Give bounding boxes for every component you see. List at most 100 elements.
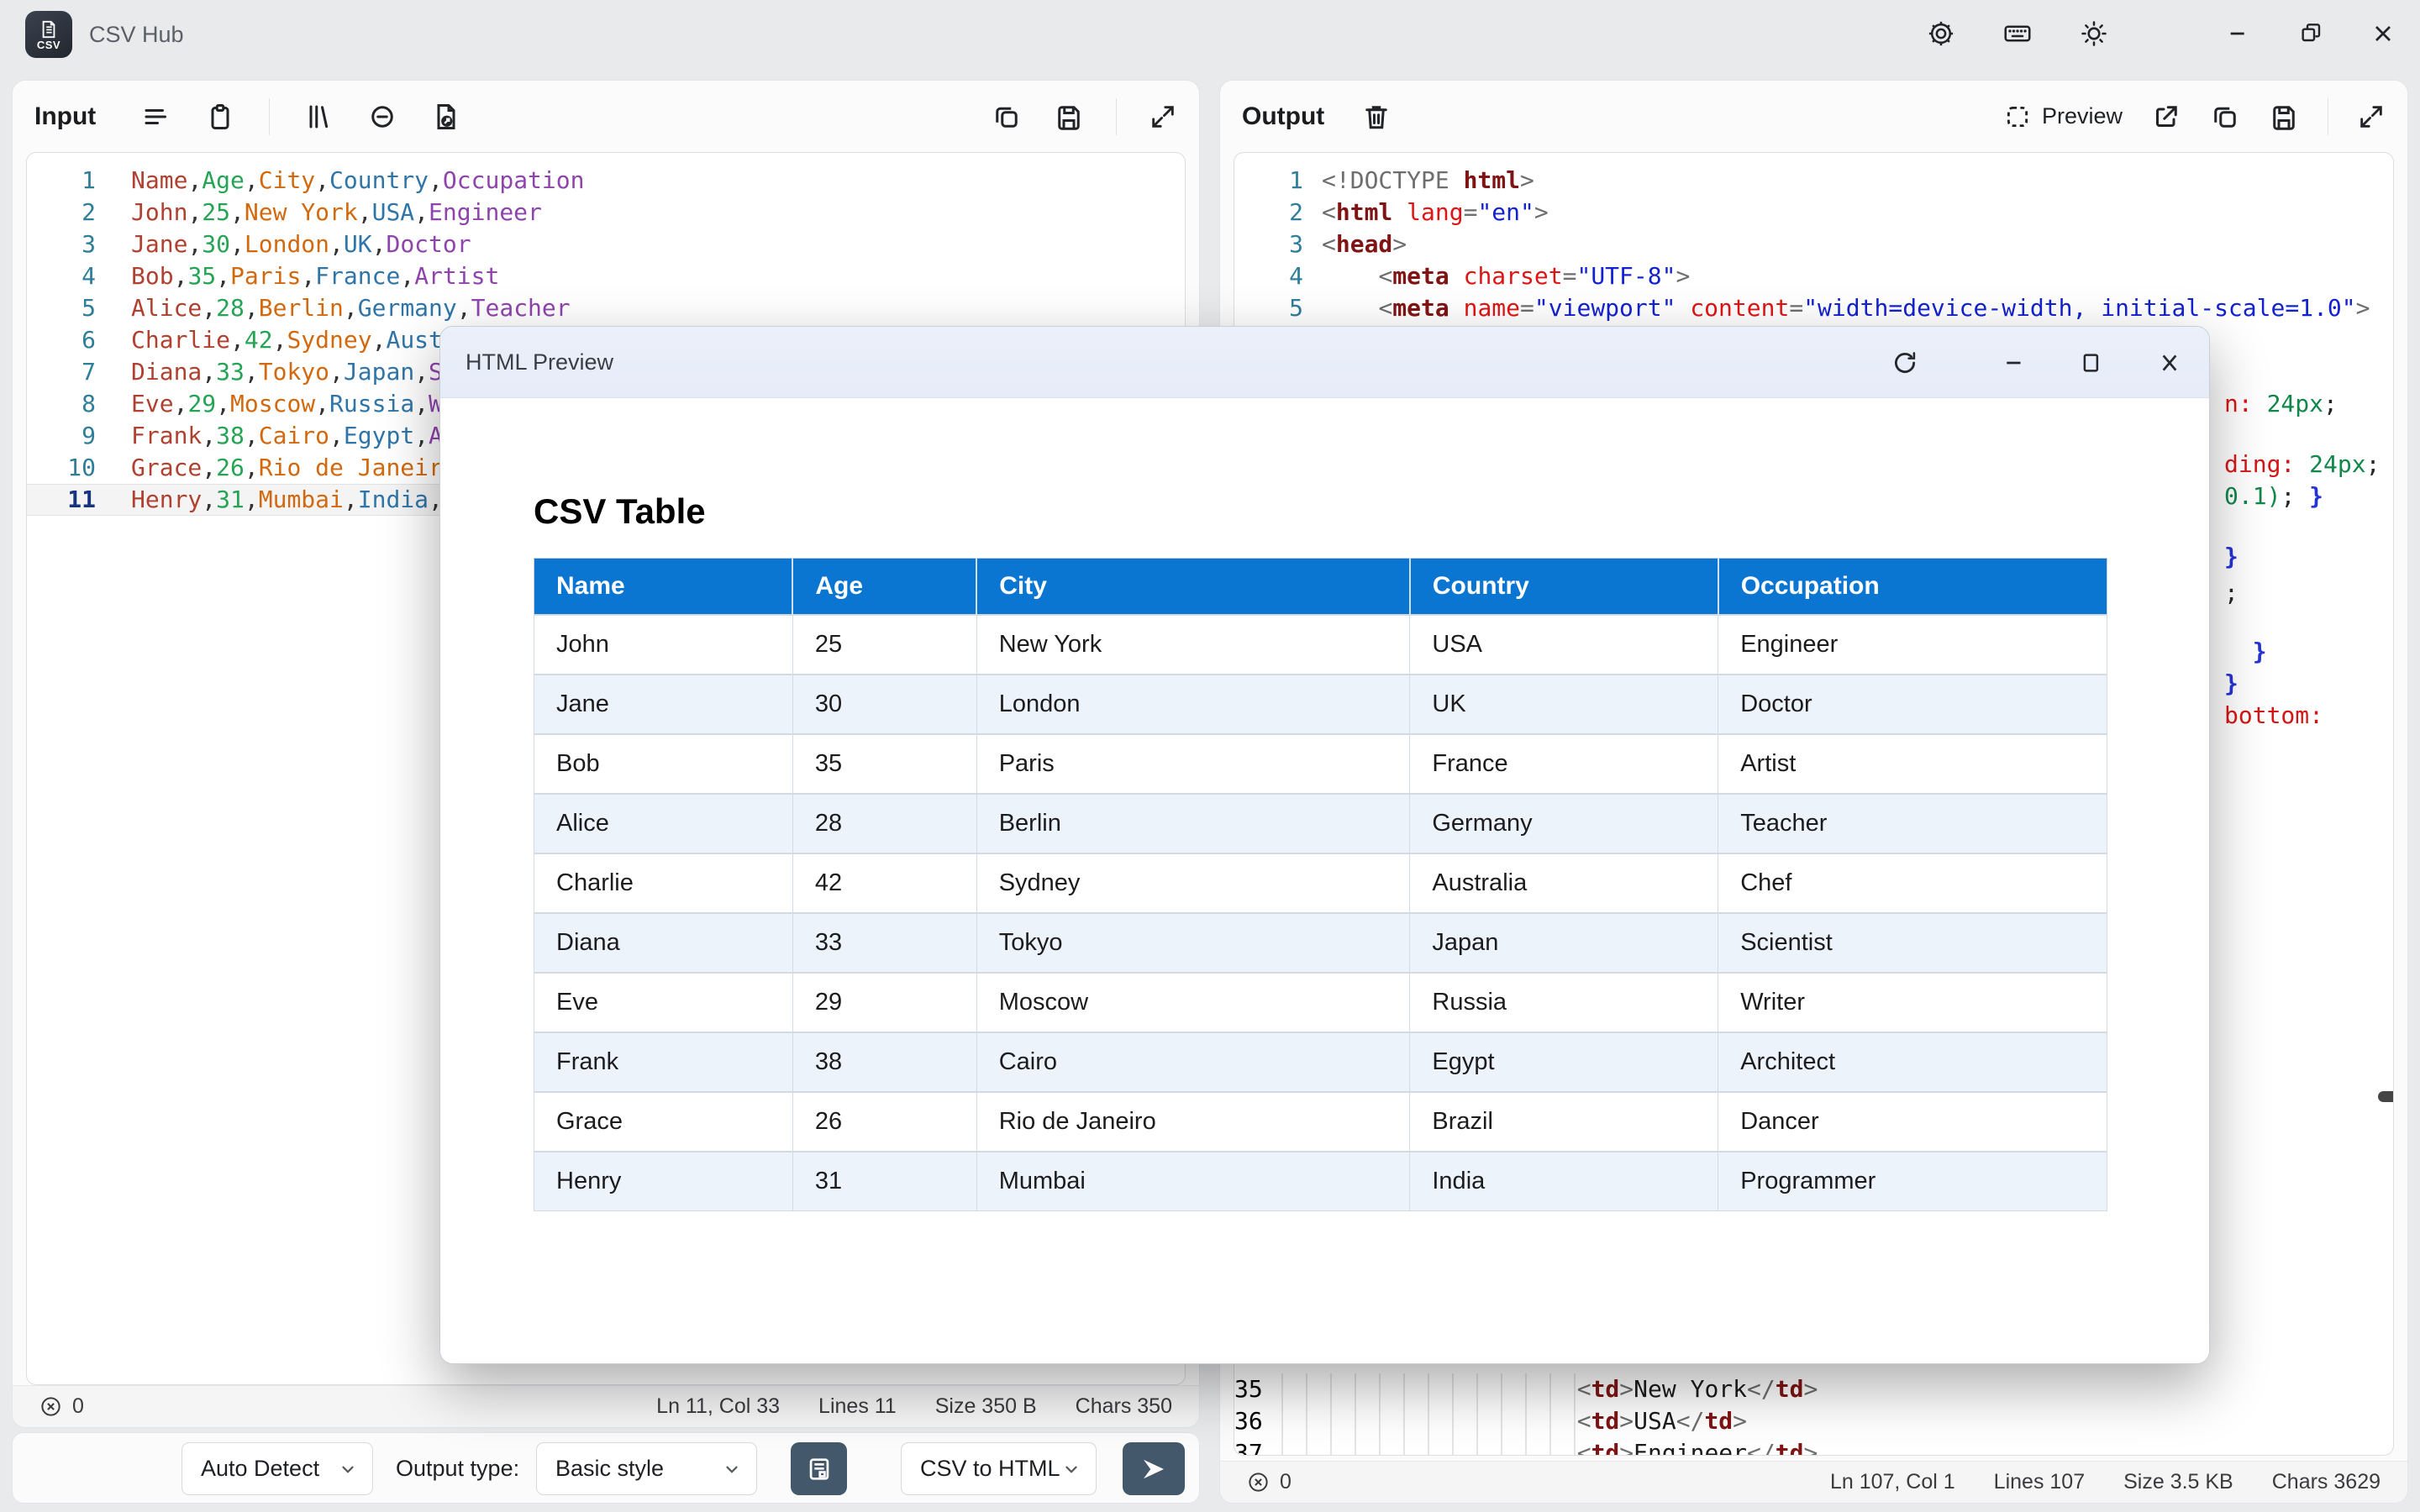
output-size: Size 3.5 KB [2123, 1470, 2233, 1494]
output-panel-title: Output [1242, 102, 1324, 131]
import-file-icon[interactable] [431, 102, 461, 132]
app-logo-icon: CSV [25, 11, 72, 58]
chevron-down-icon [723, 1460, 741, 1478]
copy-input-icon[interactable] [992, 102, 1022, 132]
preview-table-cell: Berlin [976, 794, 1410, 853]
preview-table-cell: Alice [534, 794, 793, 853]
convert-button[interactable] [1123, 1442, 1185, 1495]
preview-table-cell: Diana [534, 913, 793, 973]
preview-table-cell: Henry [534, 1152, 793, 1211]
csv-editor-line: 5Alice,28,Berlin,Germany,Teacher [27, 292, 1185, 324]
save-input-icon[interactable] [1054, 102, 1084, 132]
window-titlebar: CSV CSV Hub [0, 0, 2420, 67]
preview-close-button[interactable] [2156, 327, 2183, 398]
preview-table-cell: 30 [792, 675, 976, 734]
line-number: 37 [1234, 1437, 1263, 1456]
csv-editor-line: 2John,25,New York,USA,Engineer [27, 197, 1185, 228]
preview-table-cell: Teacher [1718, 794, 2107, 853]
output-line-count: Lines 107 [1994, 1470, 2085, 1494]
preview-table-cell: Bob [534, 734, 793, 794]
error-count-icon [1247, 1471, 1270, 1494]
settings-icon[interactable] [1926, 18, 1956, 49]
input-error-count: 0 [39, 1394, 84, 1419]
preview-table-cell: USA [1410, 615, 1718, 675]
code-fragment: n: 24px; [2224, 388, 2338, 420]
expand-input-icon[interactable] [1149, 102, 1177, 131]
window-minimize-button[interactable] [2225, 20, 2252, 47]
preview-table-cell: Chef [1718, 853, 2107, 913]
preview-table-header-cell: Occupation [1718, 559, 2107, 615]
keyboard-icon[interactable] [2002, 18, 2033, 49]
preview-refresh-button[interactable] [1891, 327, 1919, 398]
line-number: 7 [27, 356, 96, 388]
preview-table-cell: Mumbai [976, 1152, 1410, 1211]
preview-dialog-titlebar[interactable]: HTML Preview [440, 327, 2209, 398]
code-editor-line: 5 <meta name="viewport" content="width=d… [1234, 292, 2393, 324]
preview-table-cell: Doctor [1718, 675, 2107, 734]
preview-table-cell: Egypt [1410, 1032, 1718, 1092]
library-icon[interactable] [303, 102, 334, 132]
code-editor-line: 36<td>USA</td> [1234, 1405, 1747, 1437]
code-fragment: } [2224, 541, 2238, 573]
preview-table-cell: Programmer [1718, 1152, 2107, 1211]
window-close-button[interactable] [2370, 20, 2396, 47]
code-fragment: 0.1); } [2224, 480, 2323, 512]
preview-table-cell: Grace [534, 1092, 793, 1152]
error-count-icon [39, 1395, 62, 1418]
preview-table-cell: Brazil [1410, 1092, 1718, 1152]
copy-output-icon[interactable] [2210, 102, 2240, 132]
toolbar-divider [1116, 98, 1117, 135]
preview-table-cell: 29 [792, 973, 976, 1032]
preview-minimize-button[interactable] [2002, 327, 2027, 398]
window-restore-button[interactable] [2297, 20, 2324, 47]
preview-table-cell: Cairo [976, 1032, 1410, 1092]
preview-table-row: John25New YorkUSAEngineer [534, 615, 2107, 675]
preview-table-row: Eve29MoscowRussiaWriter [534, 973, 2107, 1032]
line-number: 5 [1234, 292, 1303, 324]
preview-button-label: Preview [2042, 103, 2123, 129]
app-logo-label: CSV [37, 39, 60, 51]
code-fragment: ding: 24px; [2224, 449, 2380, 480]
preview-maximize-button[interactable] [2079, 327, 2104, 398]
theme-light-icon[interactable] [2079, 18, 2109, 49]
preview-table-cell: Tokyo [976, 913, 1410, 973]
clear-output-icon[interactable] [1361, 102, 1392, 132]
preview-table-cell: Jane [534, 675, 793, 734]
line-number: 3 [1234, 228, 1303, 260]
preview-table-cell: France [1410, 734, 1718, 794]
conversion-select-value: CSV to HTML [920, 1456, 1060, 1482]
format-select[interactable]: Auto Detect [182, 1442, 373, 1495]
style-select[interactable]: Basic style [536, 1442, 757, 1495]
share-output-icon[interactable] [2151, 102, 2181, 132]
line-number: 1 [1234, 165, 1303, 197]
code-editor-line: 2<html lang="en"> [1234, 197, 2393, 228]
preview-table-cell: Paris [976, 734, 1410, 794]
input-line-count: Lines 11 [818, 1394, 897, 1419]
preview-table-cell: India [1410, 1152, 1718, 1211]
output-statusbar: 0 Ln 107, Col 1 Lines 107 Size 3.5 KB Ch… [1220, 1461, 2407, 1503]
preview-table-cell: UK [1410, 675, 1718, 734]
preview-table-cell: Rio de Janeiro [976, 1092, 1410, 1152]
code-editor-line: 37<td>Engineer</td> [1234, 1437, 1818, 1456]
line-number: 1 [27, 165, 96, 197]
preview-table-header-cell: Country [1410, 559, 1718, 615]
preview-icon [2003, 102, 2032, 131]
preview-table-cell: Frank [534, 1032, 793, 1092]
link-icon[interactable] [367, 102, 397, 132]
preview-table-cell: Australia [1410, 853, 1718, 913]
line-number: 11 [27, 484, 96, 516]
preview-table-cell: Germany [1410, 794, 1718, 853]
input-panel-title: Input [34, 102, 96, 131]
preview-button[interactable]: Preview [2003, 102, 2123, 131]
chevron-down-icon [1062, 1460, 1081, 1478]
preview-table-cell: Russia [1410, 973, 1718, 1032]
table-options-button[interactable] [791, 1442, 847, 1495]
expand-output-icon[interactable] [2357, 102, 2386, 131]
preview-table-cell: 28 [792, 794, 976, 853]
line-number: 4 [1234, 260, 1303, 292]
scrollbar-thumb[interactable] [2378, 1091, 2394, 1102]
paste-clipboard-icon[interactable] [205, 102, 235, 132]
save-output-icon[interactable] [2269, 102, 2299, 132]
conversion-select[interactable]: CSV to HTML [901, 1442, 1097, 1495]
sample-text-icon[interactable] [141, 102, 171, 132]
